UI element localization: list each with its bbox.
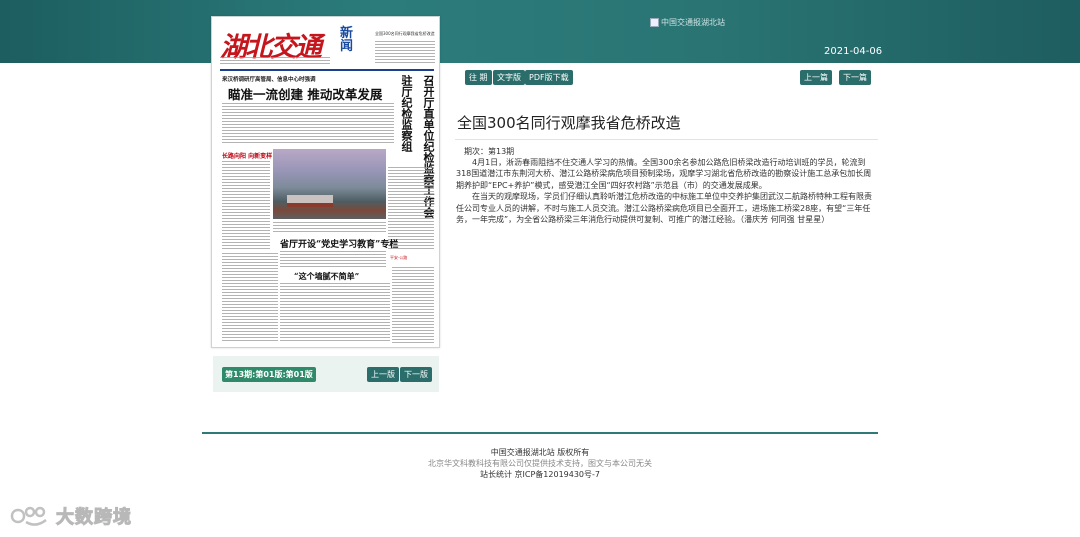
masthead-meta	[220, 57, 330, 65]
footer-tech-support: 北京华文科教科技有限公司仅提供技术支持，图文与本公司无关	[428, 459, 652, 468]
page-pager: 第13期:第01版:第01版 上一版 下一版	[213, 356, 439, 392]
footer-icp[interactable]: 站长统计 京ICP备12019430号-7	[0, 469, 1080, 480]
lead-article-text	[222, 103, 394, 145]
side-headline: 长路向阳 向新变样	[222, 153, 273, 160]
front-page-photo	[273, 149, 386, 219]
left-lower-text	[222, 253, 278, 343]
text-version-button[interactable]: 文字版	[493, 70, 525, 85]
watermark-text: 大数跨境	[56, 507, 132, 529]
quote-article-text	[280, 283, 390, 343]
watermark-logo-icon	[10, 506, 47, 526]
side-article-text	[222, 161, 270, 249]
top-right-teaser: 全国300名同行观摩我省危桥改造	[375, 31, 435, 36]
footer-divider	[202, 432, 878, 434]
banner-image: 中国交通报湖北站	[650, 16, 730, 28]
watermark: 大数跨境	[10, 503, 132, 529]
next-article-button[interactable]: 下一篇	[839, 70, 871, 85]
article-title: 全国300名同行观摩我省危桥改造	[457, 114, 681, 132]
past-issues-button[interactable]: 往 期	[465, 70, 492, 85]
article-paragraph: 4月1日，淅沥春雨阻挡不住交通人学习的热情。全国300余名参加公路危旧桥梁改造行…	[456, 158, 872, 190]
article-paragraph: 在当天的观摩现场，学员们仔细认真聆听潜江危桥改造的中标施工单位中交养护集团武汉二…	[456, 192, 872, 225]
quote-headline: “这个墙腻不简单”	[294, 271, 360, 281]
pdf-download-button[interactable]: PDF版下载	[525, 70, 573, 85]
lead-subhead: 来汉桥调研厅高管局、信息中心时强调	[222, 77, 316, 83]
header-banner: 中国交通报湖北站 2021-04-06	[0, 0, 1080, 63]
lead-headline: 瞄准一流创建 推动改革发展	[228, 87, 383, 102]
broken-image-icon	[650, 17, 659, 27]
ship-shape	[287, 195, 333, 207]
masthead-rule	[220, 69, 434, 71]
photo-caption	[273, 222, 386, 234]
masthead-news: 新闻	[340, 26, 354, 54]
article-body: 4月1日，淅沥春雨阻挡不住交通人学习的热情。全国300余名参加公路危旧桥梁改造行…	[456, 157, 878, 225]
issue-date: 2021-04-06	[824, 46, 883, 57]
prev-page-button[interactable]: 上一版	[367, 367, 399, 382]
newspaper-page-preview[interactable]: 湖北交通 新闻 全国300名同行观摩我省危桥改造 来汉桥调研厅高管局、信息中心时…	[211, 16, 440, 348]
right-lower-text	[392, 267, 434, 343]
footer-copyright: 中国交通报湖北站 版权所有	[490, 448, 590, 457]
red-stamp: 平安·公路	[390, 255, 408, 260]
issue-page-badge[interactable]: 第13期:第01版:第01版	[222, 367, 316, 382]
prev-article-button[interactable]: 上一篇	[800, 70, 832, 85]
next-page-button[interactable]: 下一版	[400, 367, 432, 382]
mid-headline: 省厅开设“党史学习教育”专栏	[280, 240, 399, 250]
title-divider	[455, 139, 878, 140]
article-issue: 期次：第13期	[464, 147, 515, 156]
mid-article-text	[280, 251, 386, 267]
banner-alt-text: 中国交通报湖北站	[661, 17, 725, 27]
teaser-text	[375, 41, 435, 65]
